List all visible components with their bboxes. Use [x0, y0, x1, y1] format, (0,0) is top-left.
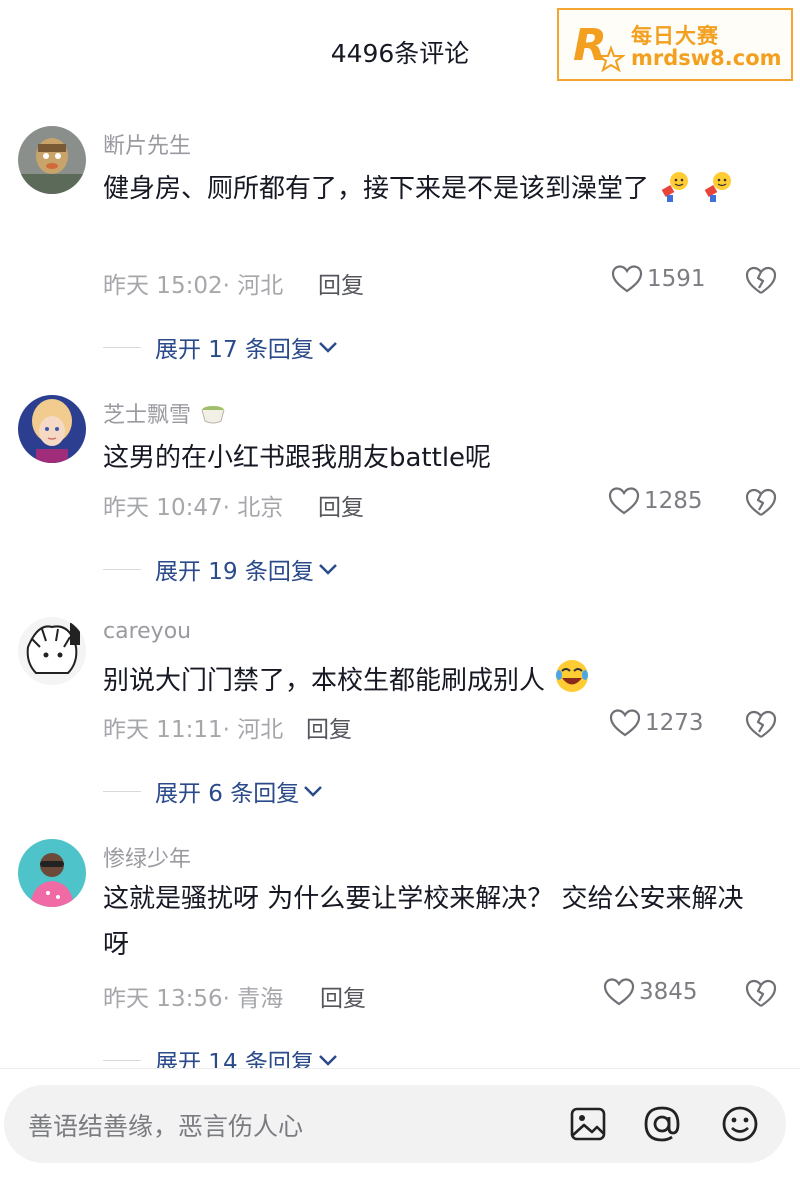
like-count: 1285	[644, 488, 703, 514]
heart-icon	[611, 265, 643, 293]
like-button[interactable]: 1591	[611, 264, 706, 294]
comment-time: 昨天 13:56	[103, 986, 223, 1012]
comment-location: · 青海	[222, 986, 284, 1012]
comment-meta: 昨天 13:56· 青海	[103, 979, 283, 1013]
comment-input-placeholder: 善语结善缘，恶言伤人心	[28, 1112, 304, 1141]
like-button[interactable]: 3845	[603, 977, 698, 1007]
comment-text: 健身房、厕所都有了，接下来是不是该到澡堂了	[103, 166, 763, 212]
divider	[103, 1059, 141, 1061]
reply-button[interactable]: 回复	[318, 488, 364, 522]
avatar[interactable]	[18, 395, 86, 463]
pray-emoji-icon	[704, 172, 731, 202]
comment-location: · 北京	[222, 495, 284, 521]
brand-logo-icon: R	[573, 20, 625, 73]
chevron-down-icon	[319, 342, 337, 353]
comment-time: 昨天 11:11	[103, 717, 223, 743]
reply-button[interactable]: 回复	[306, 710, 352, 744]
avatar[interactable]	[18, 839, 86, 907]
comment-time: 昨天 10:47	[103, 495, 223, 521]
expand-replies-label: 展开 17 条回复	[155, 337, 314, 363]
like-count: 3845	[639, 979, 698, 1005]
comment-time: 昨天 15:02	[103, 273, 223, 299]
pray-emoji-icon	[661, 172, 689, 202]
username-text: 芝士飘雪	[103, 403, 192, 428]
expand-replies-label: 展开 6 条回复	[155, 781, 300, 807]
watermark-site: mrdsw8.com	[631, 46, 782, 70]
expand-replies-button[interactable]: 展开 17 条回复	[103, 330, 339, 364]
broken-heart-icon[interactable]	[744, 977, 778, 1009]
comment-location: · 河北	[222, 273, 284, 299]
comment-meta: 昨天 15:02· 河北	[103, 266, 283, 300]
svg-text:R: R	[573, 20, 607, 71]
heart-icon	[603, 978, 635, 1006]
comment-text-content: 健身房、厕所都有了，接下来是不是该到澡堂了	[103, 174, 650, 204]
username[interactable]: 惨绿少年	[103, 841, 191, 873]
broken-heart-icon[interactable]	[744, 264, 778, 296]
heart-icon	[609, 709, 641, 737]
expand-replies-button[interactable]: 展开 6 条回复	[103, 774, 324, 808]
comment-location: · 河北	[222, 717, 284, 743]
comment-text-content: 别说大门门禁了，本校生都能刷成别人	[103, 666, 546, 696]
broken-heart-icon[interactable]	[744, 708, 778, 740]
comment-input[interactable]: 善语结善缘，恶言伤人心	[4, 1085, 786, 1163]
expand-replies-label: 展开 19 条回复	[155, 559, 314, 585]
comment-text: 这就是骚扰呀 为什么要让学校来解决？ 交给公安来解决呀	[103, 884, 744, 960]
divider	[103, 346, 141, 348]
username[interactable]: 断片先生	[103, 128, 191, 160]
comment-meta: 昨天 10:47· 北京	[103, 488, 283, 522]
expand-replies-button[interactable]: 展开 19 条回复	[103, 552, 339, 586]
comment-text: 这男的在小红书跟我朋友battle呢	[103, 443, 492, 473]
username[interactable]: 芝士飘雪	[103, 397, 228, 429]
avatar[interactable]	[18, 617, 86, 685]
image-icon[interactable]	[567, 1103, 609, 1145]
like-button[interactable]: 1273	[609, 708, 704, 738]
avatar[interactable]	[18, 126, 86, 194]
like-button[interactable]: 1285	[608, 486, 703, 516]
chevron-down-icon	[319, 1055, 337, 1066]
emoji-icon[interactable]	[719, 1103, 761, 1145]
comment-input-bar: 善语结善缘，恶言伤人心	[0, 1068, 800, 1187]
chevron-down-icon	[304, 786, 323, 797]
tea-emoji-icon	[201, 406, 225, 424]
comment-text: 别说大门门禁了，本校生都能刷成别人	[103, 657, 763, 704]
like-count: 1591	[647, 266, 706, 292]
laughing-emoji-icon	[556, 660, 589, 692]
chevron-down-icon	[319, 564, 337, 575]
like-count: 1273	[645, 710, 704, 736]
reply-button[interactable]: 回复	[320, 979, 366, 1013]
divider	[103, 790, 141, 792]
at-icon[interactable]	[641, 1103, 683, 1145]
username[interactable]: careyou	[103, 619, 191, 644]
reply-button[interactable]: 回复	[318, 266, 364, 300]
comment-meta: 昨天 11:11· 河北	[103, 710, 283, 744]
watermark-logo: R 每日大赛 mrdsw8.com	[557, 8, 793, 81]
heart-icon	[608, 487, 640, 515]
divider	[103, 568, 141, 570]
broken-heart-icon[interactable]	[744, 486, 778, 518]
